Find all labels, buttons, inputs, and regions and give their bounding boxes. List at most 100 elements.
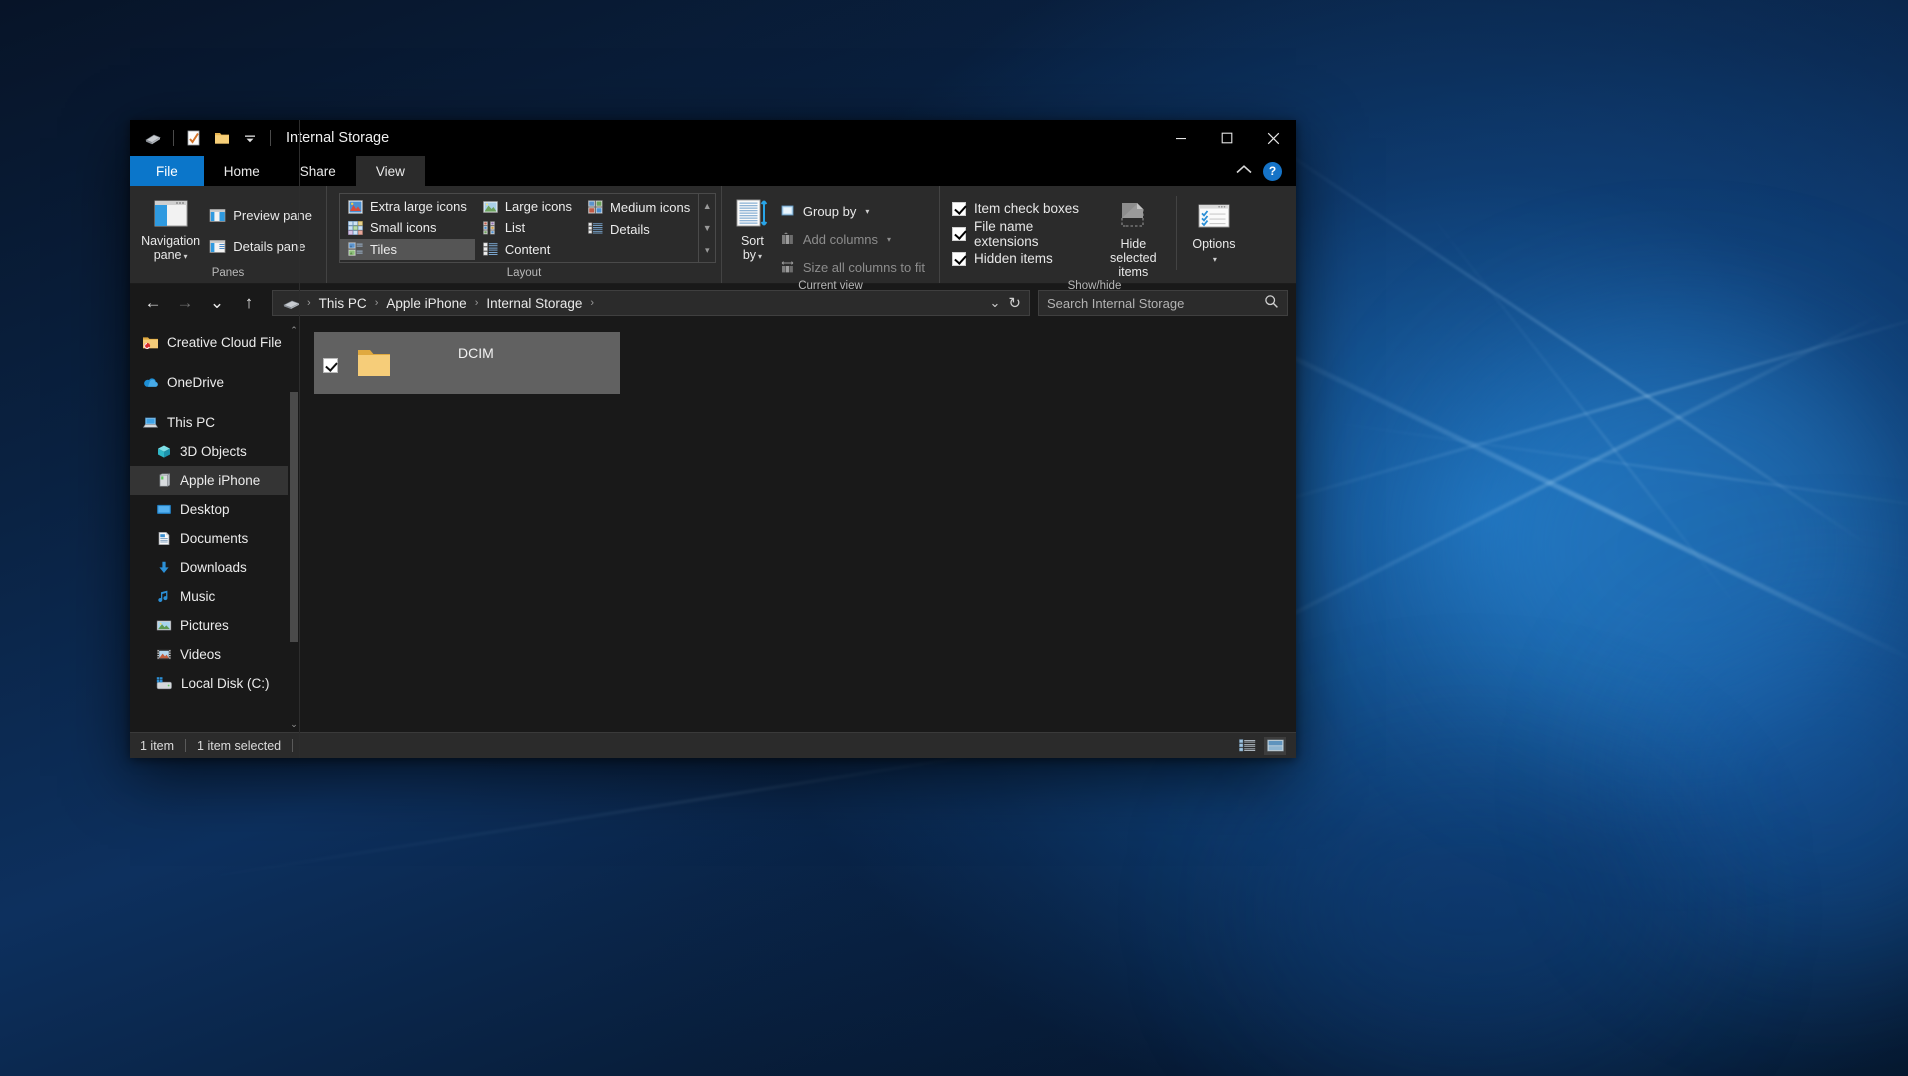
layout-tiles[interactable]: Tiles (340, 239, 475, 260)
sidebar-label: Downloads (180, 560, 247, 575)
sidebar-item-this-pc[interactable]: This PC (130, 408, 300, 437)
close-button[interactable] (1250, 120, 1296, 156)
status-item-count: 1 item (140, 739, 174, 753)
layout-content[interactable]: Content (475, 239, 580, 260)
sidebar-label: This PC (167, 415, 215, 430)
sidebar-item-3d-objects[interactable]: 3D Objects (130, 437, 300, 466)
size-all-columns-label: Size all columns to fit (803, 260, 925, 275)
options-caret-icon[interactable]: ▾ (1213, 255, 1217, 264)
gallery-expand-icon[interactable]: ▾ (705, 240, 710, 260)
checkbox-icon[interactable] (952, 227, 966, 241)
sidebar-item-videos[interactable]: Videos (130, 640, 300, 669)
file-list-view[interactable]: DCIM (300, 322, 1296, 732)
checkbox-icon[interactable] (952, 202, 966, 216)
breadcrumb-separator[interactable]: › (588, 297, 596, 309)
sidebar-item-apple-iphone[interactable]: Apple iPhone (130, 466, 300, 495)
customize-qat-dropdown-icon[interactable] (237, 125, 263, 151)
details-pane-button[interactable]: Details pane (203, 234, 318, 258)
hidden-items-checkbox[interactable]: Hidden items (952, 246, 1083, 271)
tab-view[interactable]: View (356, 156, 425, 186)
help-icon[interactable]: ? (1263, 162, 1282, 181)
address-dropdown-icon[interactable]: ⌄ (990, 295, 1001, 311)
size-columns-icon (781, 260, 796, 274)
layout-details[interactable]: Details (580, 218, 698, 240)
add-columns-caret-icon[interactable]: ▾ (887, 235, 891, 244)
tab-home[interactable]: Home (204, 156, 280, 186)
search-placeholder: Search Internal Storage (1047, 296, 1184, 311)
sidebar-item-music[interactable]: Music (130, 582, 300, 611)
sidebar-item-creative-cloud-files[interactable]: Creative Cloud File (130, 328, 300, 357)
layout-medium-icons[interactable]: Medium icons (580, 196, 698, 218)
sort-by-button[interactable]: Sort by▾ (730, 193, 775, 264)
new-folder-icon[interactable] (209, 125, 235, 151)
layout-small-icons[interactable]: Small icons (340, 217, 475, 238)
search-icon[interactable] (1264, 294, 1279, 312)
up-button[interactable]: ↑ (234, 288, 264, 318)
forward-button[interactable]: → (170, 288, 200, 318)
navigation-pane: Creative Cloud File OneDrive This PC (130, 322, 300, 732)
gallery-scroll-down-icon[interactable]: ▼ (703, 218, 712, 238)
minimize-button[interactable] (1158, 120, 1204, 156)
navigation-pane-caret-icon[interactable]: ▾ (184, 252, 188, 261)
sidebar-item-documents[interactable]: Documents (130, 524, 300, 553)
gallery-scroll-up-icon[interactable]: ▲ (703, 196, 712, 216)
file-name-extensions-checkbox[interactable]: File name extensions (952, 221, 1083, 246)
hidden-items-label: Hidden items (974, 251, 1053, 266)
sidebar-item-pictures[interactable]: Pictures (130, 611, 300, 640)
documents-icon (156, 531, 172, 546)
properties-icon[interactable] (181, 125, 207, 151)
breadcrumb-separator[interactable]: › (373, 297, 381, 309)
maximize-button[interactable] (1204, 120, 1250, 156)
breadcrumb-apple-iphone[interactable]: Apple iPhone (382, 296, 470, 311)
navigation-pane-button[interactable]: Navigation pane▾ (138, 193, 203, 264)
preview-pane-icon (209, 208, 226, 223)
breadcrumb-separator[interactable]: › (473, 297, 481, 309)
explorer-body: Creative Cloud File OneDrive This PC (130, 322, 1296, 732)
file-item-dcim[interactable]: DCIM (314, 332, 620, 394)
group-by-button[interactable]: Group by ▾ (775, 199, 931, 223)
creative-cloud-folder-icon (142, 335, 159, 350)
sidebar-item-local-disk-c[interactable]: Local Disk (C:) (130, 669, 300, 698)
folder-icon (352, 344, 396, 382)
group-by-label: Group by (803, 204, 856, 219)
layout-list[interactable]: List (475, 217, 580, 238)
tab-share[interactable]: Share (280, 156, 356, 186)
large-icons-view-button[interactable] (1264, 737, 1286, 755)
hide-selected-items-button[interactable]: Hide selected items (1097, 196, 1170, 279)
layout-item-label: Extra large icons (370, 199, 467, 214)
collapse-ribbon-icon[interactable] (1235, 164, 1253, 179)
layout-gallery[interactable]: Extra large icons (339, 193, 716, 263)
sidebar-item-downloads[interactable]: Downloads (130, 553, 300, 582)
sidebar-spacer (130, 357, 300, 368)
gallery-scroll[interactable]: ▲ ▼ ▾ (698, 194, 715, 262)
details-view-button[interactable] (1236, 737, 1258, 755)
checkbox-icon[interactable] (952, 252, 966, 266)
item-check-boxes-checkbox[interactable]: Item check boxes (952, 196, 1083, 221)
layout-extra-large-icons[interactable]: Extra large icons (340, 196, 475, 217)
layout-large-icons[interactable]: Large icons (475, 196, 580, 217)
refresh-icon[interactable]: ↻ (1008, 294, 1021, 312)
size-all-columns-button[interactable]: Size all columns to fit (775, 255, 931, 279)
breadcrumb-internal-storage[interactable]: Internal Storage (482, 296, 586, 311)
sidebar-item-desktop[interactable]: Desktop (130, 495, 300, 524)
sort-by-caret-icon[interactable]: ▾ (758, 252, 762, 261)
scrollbar-thumb[interactable] (290, 392, 298, 642)
videos-icon (156, 647, 172, 662)
sort-by-label-2: by (743, 248, 756, 262)
options-button[interactable]: Options ▾ (1187, 196, 1241, 267)
add-columns-button[interactable]: Add columns ▾ (775, 227, 931, 251)
back-button[interactable]: ← (138, 288, 168, 318)
breadcrumb-separator[interactable]: › (305, 297, 313, 309)
tab-file[interactable]: File (130, 156, 204, 186)
sidebar-item-onedrive[interactable]: OneDrive (130, 368, 300, 397)
device-icon[interactable] (140, 125, 166, 151)
scroll-up-icon[interactable]: ⌃ (290, 322, 298, 338)
breadcrumb-this-pc[interactable]: This PC (315, 296, 371, 311)
scroll-down-icon[interactable]: ⌄ (290, 716, 298, 732)
group-by-caret-icon[interactable]: ▾ (865, 207, 869, 216)
layout-item-label: Content (505, 242, 551, 257)
preview-pane-button[interactable]: Preview pane (203, 203, 318, 227)
wallpaper-light-beam (180, 739, 1069, 883)
item-checkbox[interactable] (323, 358, 338, 373)
recent-locations-button[interactable]: ⌄ (202, 288, 232, 318)
